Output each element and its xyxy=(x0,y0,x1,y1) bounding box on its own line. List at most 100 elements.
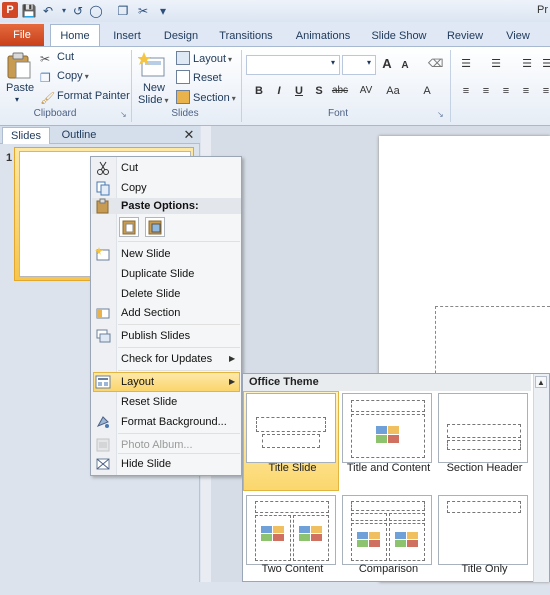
font-group-label: Font xyxy=(327,108,348,119)
strikethrough-icon[interactable]: abc xyxy=(331,84,349,98)
cut-qat-icon[interactable]: ✂ xyxy=(135,3,151,19)
underline-icon[interactable]: U xyxy=(292,84,306,98)
align-right-icon[interactable]: ≡ xyxy=(499,84,513,98)
format-painter-icon: 🖌 xyxy=(40,91,56,105)
powerpoint-logo-icon[interactable]: P xyxy=(2,2,18,18)
publish-slides-icon xyxy=(95,328,111,344)
align-center-icon[interactable]: ≡ xyxy=(479,84,493,98)
save-icon[interactable]: 💾 xyxy=(21,3,37,19)
tab-animations[interactable]: Animations xyxy=(292,26,354,46)
tab-design[interactable]: Design xyxy=(160,26,202,46)
menu-item-cut[interactable]: Cut xyxy=(121,160,138,176)
shrink-font-icon[interactable]: A xyxy=(398,59,412,73)
tab-home[interactable]: Home xyxy=(50,24,100,46)
copy-button[interactable]: ❐ Copy ▾ xyxy=(40,70,89,85)
tab-outline[interactable]: Outline xyxy=(54,128,104,144)
paste-button[interactable]: Paste xyxy=(6,82,34,94)
bullets-icon[interactable]: ☰ xyxy=(459,57,473,71)
menu-item-publish-slides[interactable]: Publish Slides xyxy=(121,328,190,344)
content-placeholder-icons xyxy=(376,426,399,443)
section-button[interactable]: Section ▾ xyxy=(176,90,236,104)
columns-icon[interactable]: ≡ xyxy=(539,84,550,98)
layout-title-only[interactable]: Title Only xyxy=(437,495,532,595)
layout-section-header[interactable]: Section Header xyxy=(437,393,532,493)
layout-thumbnail xyxy=(246,393,336,463)
grow-font-icon[interactable]: A xyxy=(380,57,394,71)
paste-icon[interactable] xyxy=(6,52,32,80)
reset-button[interactable]: Reset xyxy=(176,70,222,84)
layout-two-content[interactable]: Two Content xyxy=(245,495,340,595)
submenu-arrow-icon: ▶ xyxy=(229,354,236,363)
paste-dropdown-icon[interactable]: ▾ xyxy=(15,95,19,104)
menu-item-check-for-updates[interactable]: Check for Updates xyxy=(121,351,212,367)
new-slide-icon[interactable] xyxy=(137,51,166,79)
layout-submenu-scrollbar[interactable] xyxy=(533,374,549,582)
format-painter-button[interactable]: 🖌 Format Painter xyxy=(40,90,130,105)
layout-comparison[interactable]: Comparison xyxy=(341,495,436,595)
clipboard-launcher-icon[interactable]: ↘ xyxy=(120,110,127,119)
layout-thumbnail xyxy=(438,393,528,463)
justify-icon[interactable]: ≡ xyxy=(519,84,533,98)
tab-slide-show[interactable]: Slide Show xyxy=(368,26,430,46)
layout-thumbnail xyxy=(342,393,432,463)
layout-button[interactable]: Layout ▾ xyxy=(176,51,232,65)
cut-button[interactable]: ✂ Cut xyxy=(40,51,74,66)
layout-title-and-content[interactable]: Title and Content xyxy=(341,393,436,493)
layout-label: Comparison xyxy=(358,563,419,575)
menu-item-add-section[interactable]: Add Section xyxy=(121,305,180,321)
paste-keep-format-icon[interactable] xyxy=(119,217,139,237)
repeat-icon[interactable]: ◯ xyxy=(88,3,104,19)
character-spacing-icon[interactable]: AV xyxy=(357,84,375,98)
undo-icon[interactable]: ↶ xyxy=(40,3,56,19)
copy-qat-icon[interactable]: ❐ xyxy=(115,3,131,19)
font-size-dropdown-icon[interactable]: ▾ xyxy=(367,58,371,67)
italic-icon[interactable]: I xyxy=(272,84,286,98)
reset-label: Reset xyxy=(193,72,222,84)
menu-item-hide-slide[interactable]: Hide Slide xyxy=(121,456,171,472)
group-separator xyxy=(131,50,132,122)
bold-icon[interactable]: B xyxy=(252,84,266,98)
copy-dropdown-icon[interactable]: ▾ xyxy=(85,72,89,81)
menu-item-duplicate-slide[interactable]: Duplicate Slide xyxy=(121,266,194,282)
group-separator xyxy=(450,50,451,122)
tab-view[interactable]: View xyxy=(502,26,534,46)
font-launcher-icon[interactable]: ↘ xyxy=(437,110,444,119)
close-icon[interactable]: ✕ xyxy=(182,128,196,142)
menu-item-layout-highlight xyxy=(93,372,240,392)
new-slide-dropdown-icon[interactable]: ▾ xyxy=(164,96,168,105)
tab-file[interactable]: File xyxy=(0,24,44,46)
menu-item-delete-slide[interactable]: Delete Slide xyxy=(121,286,180,302)
shadow-icon[interactable]: S xyxy=(312,84,326,98)
slides-group-label: Slides xyxy=(171,108,199,119)
font-name-dropdown-icon[interactable]: ▾ xyxy=(331,58,335,67)
menu-item-copy[interactable]: Copy xyxy=(121,180,147,196)
customize-qat-icon[interactable]: ▾ xyxy=(155,3,171,19)
layout-title-slide[interactable]: Title Slide xyxy=(245,393,340,493)
office-theme-header: Office Theme xyxy=(243,374,531,391)
new-slide-label-2[interactable]: Slide ▾ xyxy=(138,94,168,106)
numbering-icon[interactable]: ☰ xyxy=(489,57,503,71)
font-name-box[interactable] xyxy=(246,55,340,75)
new-slide-label-text: Slide xyxy=(138,94,163,106)
paste-picture-icon[interactable] xyxy=(145,217,165,237)
menu-item-reset-slide[interactable]: Reset Slide xyxy=(121,394,177,410)
font-color-icon[interactable]: A xyxy=(420,84,434,98)
tab-slides[interactable]: Slides xyxy=(2,127,50,144)
increase-indent-icon[interactable]: ☰ xyxy=(540,57,550,71)
layout-label: Title Slide xyxy=(268,462,317,474)
redo-icon[interactable]: ↺ xyxy=(70,3,86,19)
tab-transitions[interactable]: Transitions xyxy=(216,26,276,46)
scroll-up-icon[interactable]: ▲ xyxy=(535,376,547,388)
change-case-icon[interactable]: Aa xyxy=(384,84,402,98)
clear-formatting-icon[interactable]: ⌫ xyxy=(428,57,444,71)
tab-insert[interactable]: Insert xyxy=(108,26,146,46)
layout-icon xyxy=(95,374,111,390)
align-left-icon[interactable]: ≡ xyxy=(459,84,473,98)
menu-item-layout[interactable]: Layout xyxy=(121,374,154,390)
menu-item-format-background[interactable]: Format Background... xyxy=(121,414,227,430)
slide-number: 1 xyxy=(6,152,13,164)
new-slide-label-1[interactable]: New xyxy=(140,82,168,94)
decrease-indent-icon[interactable]: ☰ xyxy=(520,57,534,71)
tab-review[interactable]: Review xyxy=(444,26,486,46)
menu-item-new-slide[interactable]: New Slide xyxy=(121,246,171,262)
